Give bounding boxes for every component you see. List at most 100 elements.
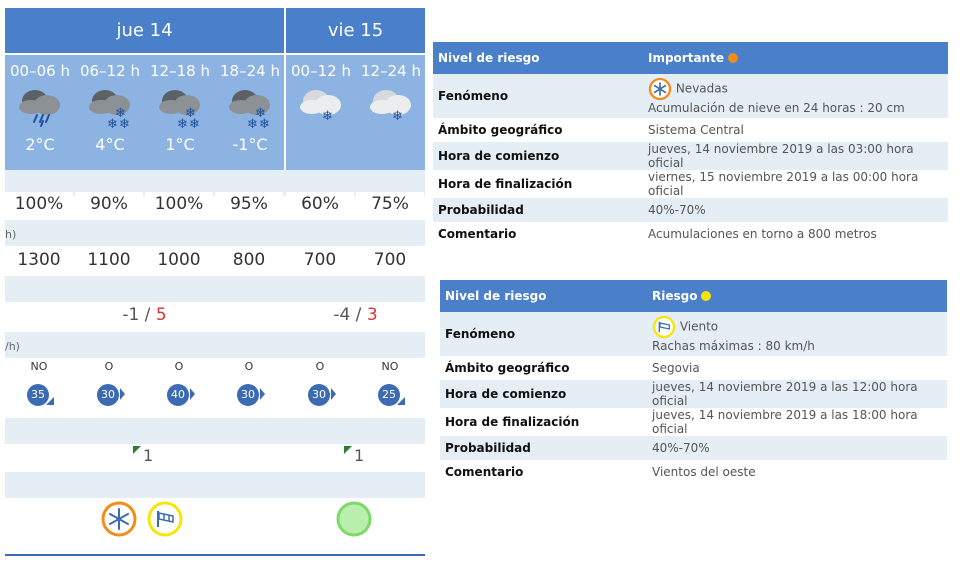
period-1: 06–12 h ❄ ❄ ❄ 4°C	[75, 55, 145, 170]
area-label: Ámbito geográfico	[445, 361, 570, 375]
period-temp: 4°C	[95, 135, 125, 154]
temp-min: -1	[122, 305, 140, 325]
snow-level-cell: 1100	[75, 248, 143, 272]
period-temp: 2°C	[25, 135, 55, 154]
temp-band	[5, 276, 425, 302]
wind-speed-badge: 40	[167, 384, 189, 406]
uv-flag-icon	[133, 446, 141, 454]
wind-cell: NO 25	[356, 358, 424, 412]
snow-level-cell: 1300	[5, 248, 73, 272]
warnings-day1	[5, 498, 284, 540]
uv-flag-icon	[344, 446, 352, 454]
start-value: jueves, 14 noviembre 2019 a las 03:00 ho…	[643, 142, 948, 170]
svg-text:❄: ❄	[322, 109, 333, 124]
start-label: Hora de comienzo	[440, 380, 647, 408]
cloud-snow-icon: ❄❄ ❄	[229, 90, 270, 129]
comment-label: Comentario	[445, 465, 524, 479]
wind-cell: O 40	[145, 358, 213, 412]
risk-level-row: Nivel de riesgo Importante	[433, 42, 948, 74]
snow-level-cell: 700	[356, 248, 424, 272]
period-3: 18–24 h ❄ ❄ ❄ -1°C	[215, 55, 285, 170]
day-header-jue: jue 14	[5, 8, 284, 53]
area-value: Segovia	[652, 361, 700, 375]
cloud-snow-light-icon: ❄	[300, 90, 341, 124]
snow-band: h)	[5, 220, 425, 246]
temp-max: 3	[366, 305, 378, 325]
phenomenon-value: Viento Rachas máximas : 80 km/h	[647, 312, 947, 356]
snow-level-cell: 700	[286, 248, 354, 272]
wind-arrow-icon	[260, 388, 265, 400]
snowflake-icon[interactable]	[101, 501, 137, 537]
start-row: Hora de comienzo jueves, 14 noviembre 201…	[433, 142, 948, 170]
wind-direction: O	[244, 360, 254, 373]
period-5: 12–24 h ❄	[356, 55, 426, 170]
wind-label: /h)	[5, 340, 20, 353]
svg-text:❄: ❄	[177, 117, 188, 129]
precip-prob-cell: 100%	[145, 192, 213, 216]
wind-direction: O	[315, 360, 325, 373]
wind-cell: O 30	[75, 358, 143, 412]
start-row: Hora de comienzo jueves, 14 noviembre 201…	[440, 380, 947, 408]
area-row: Ámbito geográfico Segovia	[440, 356, 947, 380]
wind-arrow-icon	[120, 388, 125, 400]
period-2: 12–18 h ❄ ❄ ❄ 1°C	[145, 55, 215, 170]
svg-text:❄: ❄	[259, 117, 270, 129]
phenomenon-label: Fenómeno	[433, 74, 643, 118]
period-label: 06–12 h	[80, 62, 140, 80]
orange-dot-icon	[727, 53, 738, 63]
warning-table-snow: Nivel de riesgo Importante Fenómeno Neva…	[433, 42, 948, 246]
phenomenon-detail: Rachas máximas : 80 km/h	[652, 339, 815, 353]
temp-max: 5	[155, 305, 167, 325]
wind-icon[interactable]	[147, 501, 183, 537]
uv-value: 1	[143, 446, 154, 465]
area-label: Ámbito geográfico	[438, 123, 563, 137]
precip-prob-cell: 75%	[356, 192, 424, 216]
snow-level-cell: 1000	[145, 248, 213, 272]
wind-cell: O 30	[286, 358, 354, 412]
cloud-rain-icon	[19, 90, 60, 127]
wind-speed-badge: 30	[308, 384, 330, 406]
comment-label: Comentario	[438, 227, 517, 241]
period-label: 00–06 h	[10, 62, 70, 80]
probability-label: Probabilidad	[440, 436, 647, 460]
uv-value: 1	[354, 446, 365, 465]
day-header-vie: vie 15	[286, 8, 425, 53]
precip-prob-cell: 60%	[286, 192, 354, 216]
snowflake-icon	[648, 77, 672, 101]
snow-level-label: h)	[5, 228, 17, 241]
risk-level-label: Nivel de riesgo	[440, 280, 647, 312]
probability-value: 40%-70%	[643, 198, 948, 222]
period-4: 00–12 h ❄	[286, 55, 356, 170]
phenomenon-text: Viento	[679, 319, 719, 334]
wind-band: /h)	[5, 332, 425, 358]
wind-cell: NO 35	[5, 358, 73, 412]
cloud-snow-light-icon: ❄	[370, 90, 411, 124]
end-label: Hora de finalización	[445, 415, 580, 429]
uv-day1: 1	[5, 444, 284, 470]
no-warning-icon[interactable]	[336, 501, 372, 537]
svg-text:❄: ❄	[189, 117, 200, 129]
wind-arrow-icon	[397, 397, 405, 405]
period-label: 12–18 h	[150, 62, 210, 80]
probability-row: Probabilidad 40%-70%	[440, 436, 947, 460]
uv-band	[5, 418, 425, 444]
period-label: 00–12 h	[291, 62, 351, 80]
area-row: Ámbito geográfico Sistema Central	[433, 118, 948, 142]
wind-icon	[652, 315, 676, 339]
warning-band	[5, 472, 425, 498]
precip-prob-cell: 100%	[5, 192, 73, 216]
wind-cell: O 30	[215, 358, 283, 412]
probability-row: Probabilidad 40%-70%	[433, 198, 948, 222]
uv-day2: 1	[286, 444, 425, 470]
precip-prob-cell: 90%	[75, 192, 143, 216]
area-value: Sistema Central	[648, 123, 744, 137]
bottom-rule	[5, 554, 425, 556]
wind-direction: NO	[30, 360, 48, 373]
risk-level-text: Riesgo	[652, 289, 698, 303]
temp-range-day1: -1 / 5	[5, 302, 284, 328]
risk-level-label: Nivel de riesgo	[433, 42, 643, 74]
risk-level-value: Riesgo	[647, 280, 947, 312]
end-row: Hora de finalización viernes, 15 noviembr…	[433, 170, 948, 198]
period-0: 00–06 h 2°C	[5, 55, 75, 170]
wind-direction: O	[104, 360, 114, 373]
